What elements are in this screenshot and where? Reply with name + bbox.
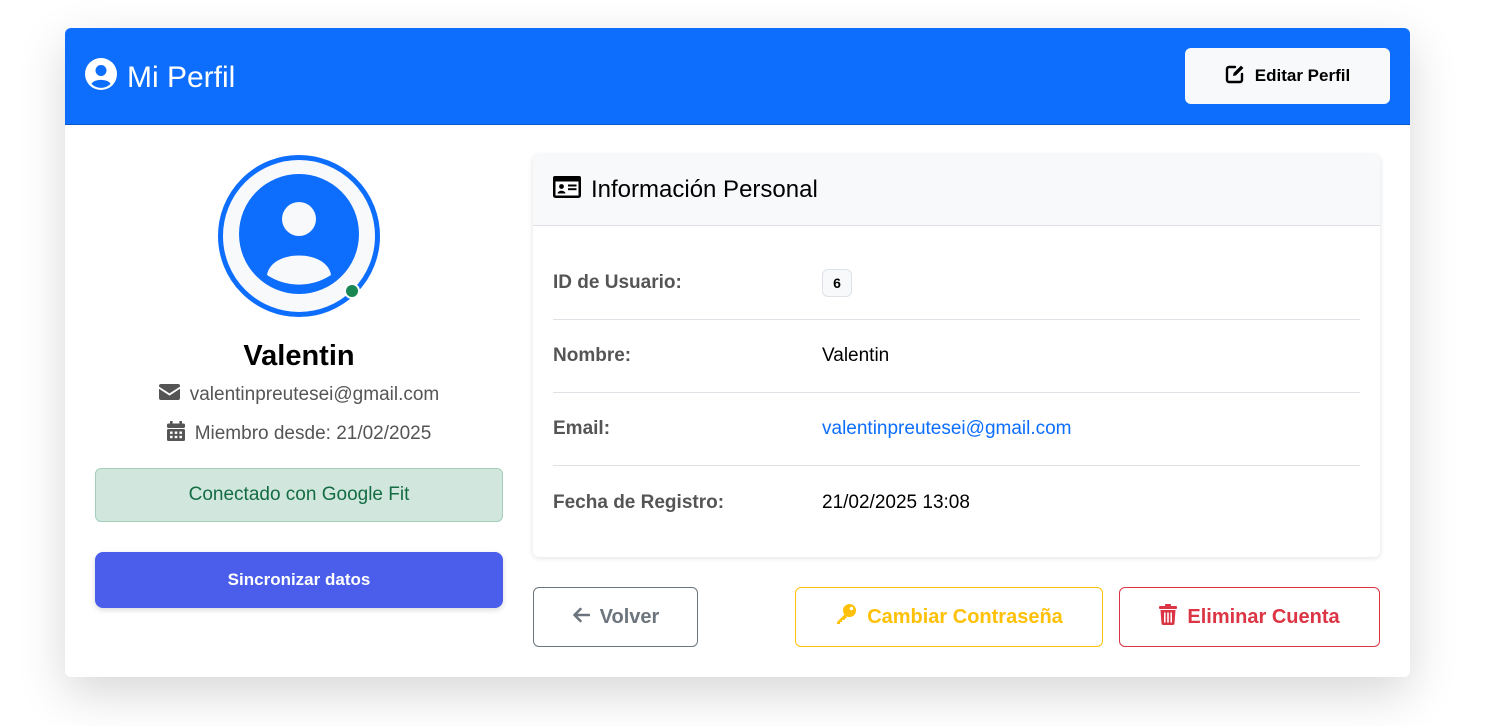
page-title-text: Mi Perfil (127, 61, 236, 94)
arrow-left-icon (572, 606, 600, 629)
online-status-dot (344, 283, 360, 299)
user-email-line: valentinpreutesei@gmail.com (95, 384, 503, 406)
key-icon (835, 603, 867, 631)
avatar (218, 155, 380, 317)
personal-info-header: Información Personal (533, 155, 1380, 226)
info-label: Fecha de Registro: (553, 491, 725, 513)
user-name: Valentin (243, 340, 355, 372)
info-row-user-id: ID de Usuario: 6 (553, 247, 1360, 320)
info-label: Nombre: (553, 345, 632, 366)
change-password-label: Cambiar Contraseña (867, 605, 1063, 628)
google-fit-status: Conectado con Google Fit (95, 468, 503, 522)
member-since: Miembro desde: 21/02/2025 (194, 423, 432, 444)
sync-data-button[interactable]: Sincronizar datos (95, 552, 503, 608)
edit-profile-label: Editar Perfil (1254, 66, 1351, 85)
trash-icon (1159, 603, 1187, 631)
edit-icon (1225, 64, 1255, 89)
edit-profile-button[interactable]: Editar Perfil (1185, 48, 1390, 104)
personal-info-panel: Información Personal ID de Usuario: 6 No… (533, 155, 1380, 557)
info-row-registration-date: Fecha de Registro: 21/02/2025 13:08 (553, 466, 1360, 539)
page-title: Mi Perfil (85, 58, 235, 98)
id-card-icon (553, 175, 591, 205)
info-value: 21/02/2025 13:08 (822, 491, 970, 513)
back-label: Volver (599, 605, 660, 628)
user-circle-icon (85, 58, 127, 98)
email-link[interactable]: valentinpreutesei@gmail.com (822, 418, 1072, 440)
card-header: Mi Perfil Editar Perfil (65, 28, 1410, 125)
user-avatar-icon (239, 173, 359, 299)
change-password-button[interactable]: Cambiar Contraseña (795, 587, 1103, 647)
info-row-email: Email: valentinpreutesei@gmail.com (553, 393, 1360, 466)
back-button[interactable]: Volver (533, 587, 698, 647)
info-value: Valentin (822, 345, 890, 366)
user-id-badge: 6 (822, 269, 852, 297)
calendar-icon (166, 421, 195, 447)
envelope-icon (158, 384, 190, 406)
personal-info-title: Información Personal (591, 176, 818, 203)
info-row-name: Nombre: Valentin (553, 320, 1360, 393)
delete-account-label: Eliminar Cuenta (1187, 605, 1340, 628)
user-email: valentinpreutesei@gmail.com (189, 384, 440, 405)
profile-card: Mi Perfil Editar Perfil Valentin valenti… (65, 28, 1410, 677)
delete-account-button[interactable]: Eliminar Cuenta (1119, 587, 1380, 647)
info-label: Email: (553, 418, 611, 439)
member-since-line: Miembro desde: 21/02/2025 (95, 421, 503, 447)
info-label: ID de Usuario: (553, 272, 682, 293)
